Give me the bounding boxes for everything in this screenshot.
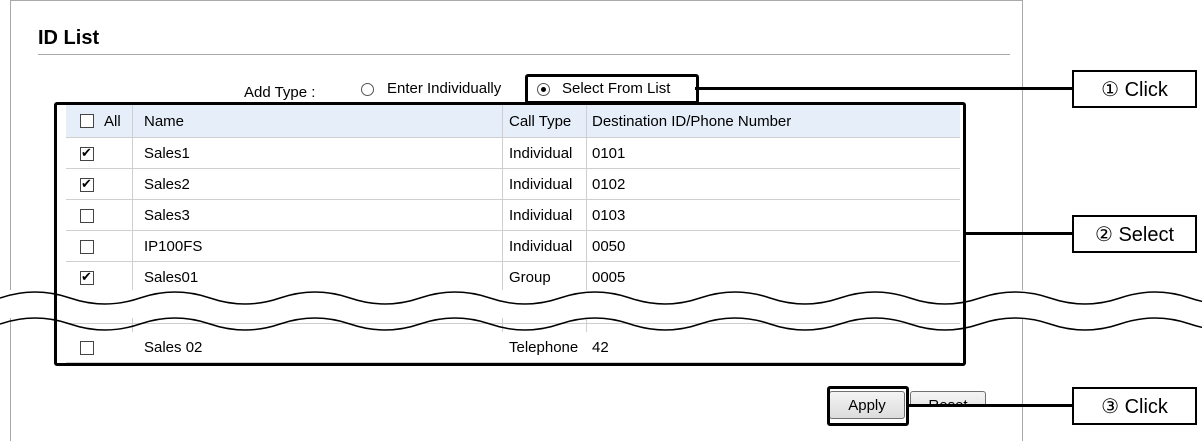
callout-step1: ① Click — [1072, 70, 1197, 108]
select-from-list-highlight — [525, 74, 699, 104]
callout-step2: ② Select — [1072, 215, 1197, 253]
callout-leader-1 — [695, 87, 1072, 90]
add-type-label: Add Type : — [244, 84, 316, 101]
table-highlight — [54, 102, 966, 366]
callout-step3: ③ Click — [1072, 387, 1197, 425]
title-divider — [38, 54, 1010, 55]
callout-leader-3 — [906, 404, 1072, 407]
radio-enter-individually[interactable] — [361, 83, 374, 96]
radio-enter-individually-label[interactable]: Enter Individually — [387, 80, 501, 97]
callout-leader-2 — [963, 232, 1072, 235]
apply-highlight — [827, 386, 909, 426]
page-title: ID List — [38, 27, 100, 49]
